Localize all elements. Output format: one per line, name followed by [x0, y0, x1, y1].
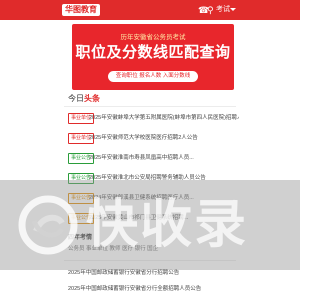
top-bar: 华图教育 ☎ ⚲ 考试 — [0, 0, 300, 20]
list-item[interactable]: 2025年中国邮政储蓄银行安徽省分行全额招聘人员公告 — [68, 284, 238, 292]
news-item[interactable]: 事业公告 2025年安徽淮南市寿县凤凰高中招聘人员... — [68, 148, 238, 168]
banner-subtitle: 历年安徽省公务员考试 — [120, 34, 186, 41]
section-title: 今日头条 — [68, 94, 100, 104]
news-title[interactable]: 2025年安徽淮南市寿县凤凰高中招聘人员... — [89, 153, 239, 163]
news-item[interactable]: 事业单位 2025年安徽蚌埠大学第五附属医院(蚌埠市第四人民医院)招聘人... — [68, 108, 239, 128]
section-title-part2: 头条 — [84, 94, 100, 103]
banner-title: 职位及分数线匹配查询 — [75, 44, 231, 61]
watermark-text: 快收录 — [86, 195, 249, 255]
site-logo[interactable]: 华图教育 — [62, 4, 100, 16]
exam-category-selector[interactable]: 考试 — [216, 4, 230, 16]
news-title[interactable]: 2025年安徽蚌埠大学第五附属医院(蚌埠市第四人民医院)招聘人... — [89, 113, 239, 123]
news-title[interactable]: 2025年安徽师范大学校医院医疗招聘2人公告 — [89, 133, 239, 143]
watermark-logo-icon — [18, 195, 78, 255]
section-title-part1: 今日 — [68, 94, 84, 103]
news-item[interactable]: 事业单位 2025年安徽师范大学校医院医疗招聘2人公告 — [68, 128, 238, 148]
divider — [64, 106, 236, 107]
chevron-down-icon[interactable] — [230, 8, 236, 11]
promo-banner[interactable]: 历年安徽省公务员考试 职位及分数线匹配查询 查询职位 报名人数 入面分数线 — [72, 24, 234, 90]
banner-query-button[interactable]: 查询职位 报名人数 入面分数线 — [108, 71, 198, 82]
search-icon[interactable]: ⚲ — [207, 4, 214, 16]
